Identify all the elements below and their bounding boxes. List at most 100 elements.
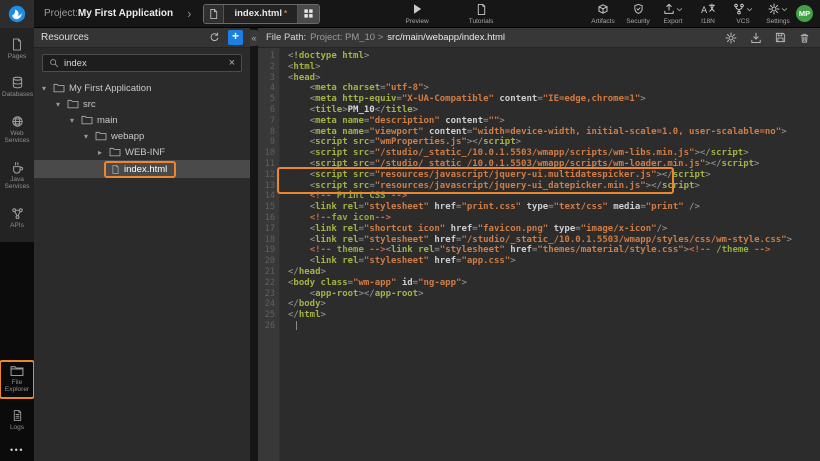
topbar-right-actions: Artifacts Security Export AI18N VCS Settings <box>590 3 791 25</box>
code-text[interactable]: <title>PM_10</title> <box>280 105 418 116</box>
topbar-action-i18n[interactable]: AI18N <box>695 3 721 25</box>
code-text[interactable]: <!-- Print CSS --> <box>280 191 407 202</box>
tree-item-index-html[interactable]: index.html <box>34 160 250 178</box>
code-text[interactable]: <script src="/studio/_static_/10.0.1.550… <box>280 148 749 159</box>
code-text[interactable]: <meta name="viewport" content="width=dev… <box>280 127 787 138</box>
project-name: My First Application <box>78 8 173 19</box>
code-text[interactable] <box>280 321 297 332</box>
code-line-2: 2<html> <box>258 62 820 73</box>
sidebar-item-apis[interactable]: APIs <box>0 202 34 234</box>
clear-search-icon[interactable]: × <box>229 58 235 69</box>
file-icon <box>111 164 120 175</box>
code-line-20: 20 <link rel="stylesheet" href="app.css"… <box>258 256 820 267</box>
code-line-4: 4 <meta charset="utf-8"> <box>258 83 820 94</box>
code-text[interactable]: <script src="wmProperties.js"></script> <box>280 137 521 148</box>
main-area: Pages Databases Web Services Java Services A… <box>0 28 820 461</box>
sidebar-item-file-explorer[interactable]: File Explorer <box>0 360 34 399</box>
caret-down-icon[interactable]: ▾ <box>56 100 67 109</box>
code-text[interactable]: <meta name="description" content=""> <box>280 116 505 127</box>
line-number: 6 <box>258 105 280 116</box>
file-path-value: src/main/webapp/index.html <box>387 32 505 43</box>
code-text[interactable]: <script src="/studio/_static_/10.0.1.550… <box>280 159 759 170</box>
code-text[interactable]: <link rel="stylesheet" href="print.css" … <box>280 202 700 213</box>
sidebar-item-java-services[interactable]: Java Services <box>0 156 34 196</box>
sidebar-item-logs[interactable]: Logs <box>0 404 34 436</box>
topbar-action-settings[interactable]: Settings <box>765 3 791 25</box>
panel-divider: « <box>250 28 258 461</box>
activity-bar-top: Pages Databases Web Services Java Services A… <box>0 28 34 242</box>
topbar-action-security[interactable]: Security <box>625 3 651 25</box>
code-text[interactable]: <script src="resources/javascript/jquery… <box>280 170 711 181</box>
code-text[interactable]: <link rel="shortcut icon" href="favicon.… <box>280 224 667 235</box>
wavemaker-logo[interactable] <box>0 0 34 28</box>
export-icon <box>663 3 675 15</box>
code-line-23: 23 <app-root></app-root> <box>258 289 820 300</box>
code-text[interactable]: <link rel="stylesheet" href="/studio/_st… <box>280 235 792 246</box>
code-text[interactable]: <meta charset="utf-8"> <box>280 83 429 94</box>
search-input[interactable]: index × <box>42 54 242 72</box>
sidebar-overflow-icon[interactable]: ••• <box>0 441 34 457</box>
open-file-tab-group: index.html* <box>203 4 320 24</box>
code-text[interactable]: <script src="resources/javascript/jquery… <box>280 181 700 192</box>
collapse-panel-icon[interactable]: « <box>250 30 258 46</box>
tree-item-my-first-application[interactable]: ▾My First Application <box>34 80 250 96</box>
code-line-3: 3<head> <box>258 73 820 84</box>
delete-button[interactable] <box>799 32 810 44</box>
add-resource-button[interactable]: + <box>228 30 243 45</box>
sidebar-item-web-services[interactable]: Web Services <box>0 110 34 150</box>
code-text[interactable]: <html> <box>280 62 321 73</box>
code-text[interactable]: <app-root></app-root> <box>280 289 424 300</box>
topbar-action-export[interactable]: Export <box>660 3 686 25</box>
code-line-7: 7 <meta name="description" content=""> <box>258 116 820 127</box>
code-text[interactable]: <!--fav icon--> <box>280 213 391 224</box>
tree-item-main[interactable]: ▾main <box>34 112 250 128</box>
tab-file-name: index.html <box>234 8 282 19</box>
tree-item-web-inf[interactable]: ▸ WEB-INF <box>34 144 250 160</box>
refresh-icon[interactable] <box>209 32 220 43</box>
user-avatar[interactable]: MP <box>796 5 813 22</box>
code-editor-pane: File Path: Project: PM_10 > src/main/web… <box>258 28 820 461</box>
file-path-bar: File Path: Project: PM_10 > src/main/web… <box>258 28 820 48</box>
code-area[interactable]: 1<!doctype html>2<html>3<head>4 <meta ch… <box>258 48 820 461</box>
caret-down-icon[interactable]: ▾ <box>84 132 95 141</box>
download-button[interactable] <box>750 32 762 44</box>
topbar-action-preview[interactable]: Preview <box>404 3 430 25</box>
search-value: index <box>64 58 87 69</box>
caret-right-icon[interactable]: ▸ <box>98 148 109 157</box>
line-number: 24 <box>258 299 280 310</box>
resources-title: Resources <box>41 32 89 43</box>
code-text[interactable]: <!doctype html> <box>280 51 369 62</box>
grid-icon[interactable] <box>297 5 319 23</box>
tree-item-webapp[interactable]: ▾webapp <box>34 128 250 144</box>
code-line-16: 16 <!--fav icon--> <box>258 213 820 224</box>
line-number: 10 <box>258 148 280 159</box>
code-text[interactable]: <head> <box>280 73 321 84</box>
code-text[interactable]: </body> <box>280 299 326 310</box>
tree-item-label: WEB-INF <box>125 147 165 158</box>
topbar-action-vcs[interactable]: VCS <box>730 3 756 25</box>
line-number: 16 <box>258 213 280 224</box>
topbar-action-artifacts[interactable]: Artifacts <box>590 3 616 25</box>
code-line-12: 12 <script src="resources/javascript/jqu… <box>258 170 820 181</box>
caret-down-icon[interactable]: ▾ <box>42 84 53 93</box>
sidebar-item-databases[interactable]: Databases <box>0 71 34 103</box>
code-text[interactable]: </html> <box>280 310 326 321</box>
save-button[interactable] <box>775 32 786 43</box>
line-number: 7 <box>258 116 280 127</box>
code-text[interactable]: <link rel="stylesheet" href="app.css"> <box>280 256 516 267</box>
file-icon[interactable] <box>204 5 224 23</box>
settings-button[interactable] <box>725 32 737 44</box>
sidebar-item-pages[interactable]: Pages <box>0 33 34 65</box>
pages-icon <box>11 38 23 51</box>
code-text[interactable]: </head> <box>280 267 326 278</box>
code-text[interactable]: <body class="wm-app" id="ng-app"> <box>280 278 467 289</box>
tab-index-html[interactable]: index.html* <box>224 5 297 23</box>
topbar-action-tutorials[interactable]: Tutorials <box>468 3 494 25</box>
tree-item-src[interactable]: ▾src <box>34 96 250 112</box>
code-text[interactable]: <!-- theme --><link rel="stylesheet" hre… <box>280 245 770 256</box>
code-text[interactable]: <meta http-equiv="X-UA-Compatible" conte… <box>280 94 646 105</box>
project-breadcrumb[interactable]: Project:My First Application <box>44 8 173 19</box>
code-line-24: 24</body> <box>258 299 820 310</box>
file-tree: ▾My First Application▾src▾main▾webapp ▸ WE… <box>34 77 250 178</box>
caret-down-icon[interactable]: ▾ <box>70 116 81 125</box>
